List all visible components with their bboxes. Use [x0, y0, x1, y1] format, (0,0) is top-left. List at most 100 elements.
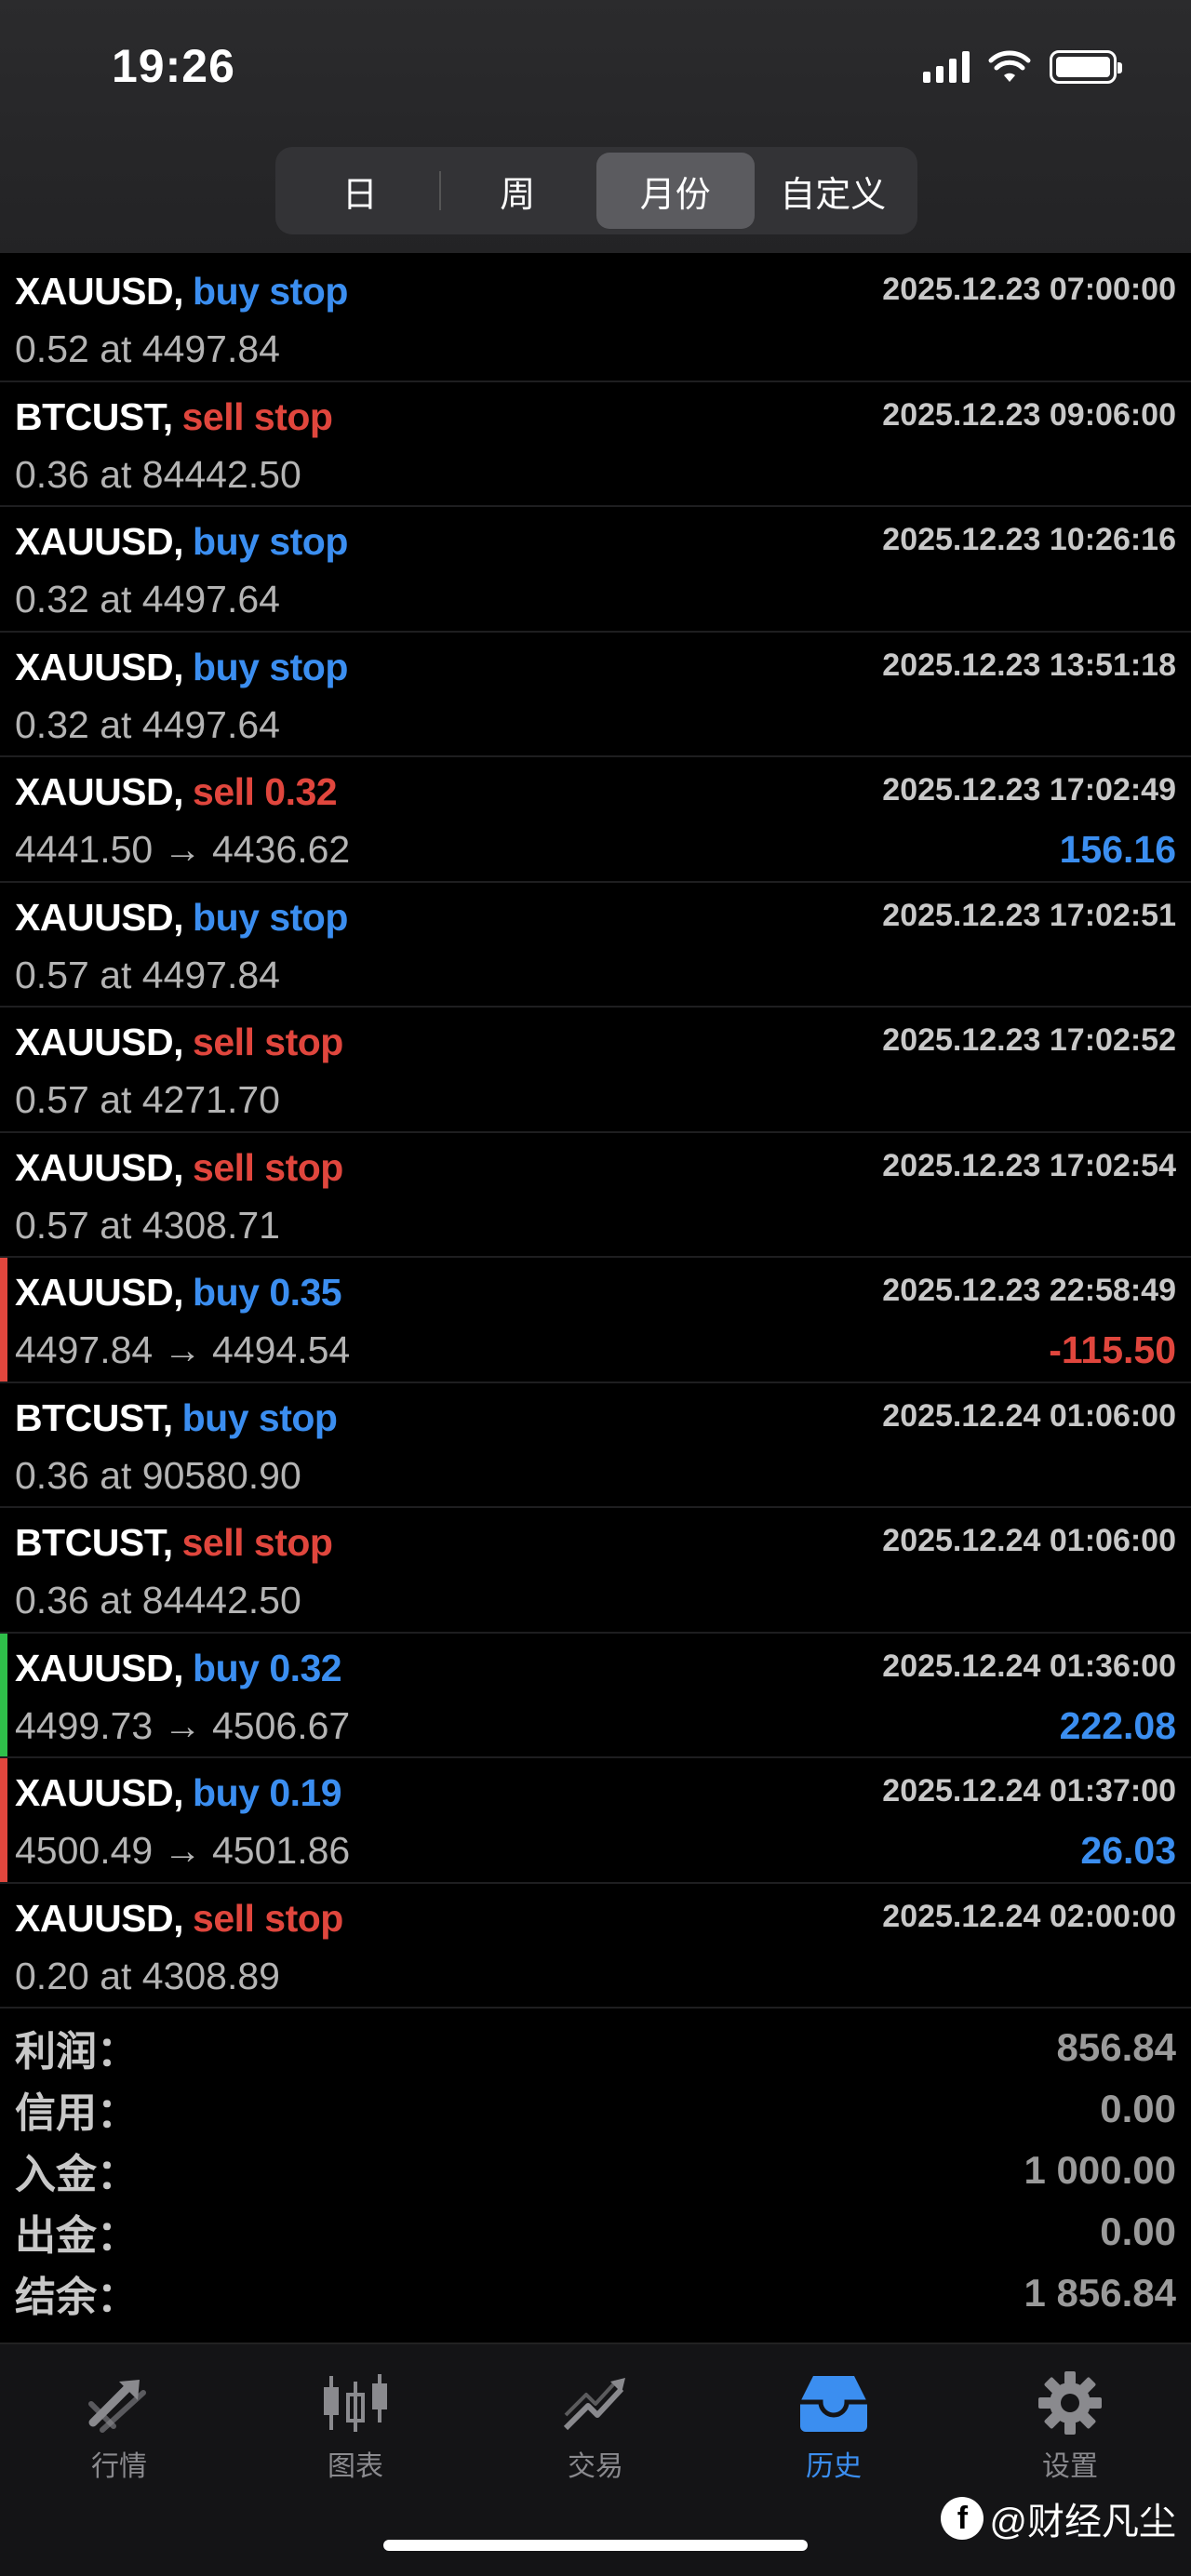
- row-side: sell stop: [193, 1021, 343, 1063]
- header: 19:26 日 周 月份 自定义: [0, 0, 1191, 253]
- row-side: sell stop: [181, 394, 333, 438]
- watermark-text: @财经凡尘: [989, 2502, 1176, 2543]
- tab-quotes[interactable]: 行情: [45, 2370, 194, 2484]
- row-side: sell stop: [193, 1896, 343, 1940]
- row-title: XAUUSD, sell 0.32: [15, 770, 338, 814]
- row-time: 2025.12.23 10:26:16: [882, 522, 1176, 557]
- history-row[interactable]: XAUUSD, buy 0.32 2025.12.24 01:36:00 4499.7…: [0, 1633, 1191, 1758]
- history-row[interactable]: XAUUSD, buy stop 2025.12.23 13:51:18 0.32 a…: [0, 633, 1191, 757]
- row-side: sell 0.32: [193, 770, 338, 813]
- history-icon: [800, 2376, 867, 2432]
- row-side: buy stop: [181, 1395, 338, 1439]
- row-side: buy stop: [193, 270, 348, 313]
- tab-settings[interactable]: 设置: [996, 2370, 1144, 2484]
- history-row[interactable]: XAUUSD, buy stop 2025.12.23 07:00:00 0.52 a…: [0, 257, 1191, 382]
- row-symbol: XAUUSD,: [15, 270, 184, 313]
- tab-label: 交易: [568, 2451, 623, 2482]
- tab-label: 历史: [806, 2451, 862, 2482]
- history-row[interactable]: BTCUST, sell stop 2025.12.23 09:06:00 0.36 …: [0, 382, 1191, 507]
- summary-value: 1 000.00: [1024, 2148, 1177, 2192]
- battery-icon: [1050, 50, 1122, 84]
- row-symbol: XAUUSD,: [15, 520, 184, 563]
- position-marker: [0, 1633, 7, 1756]
- row-time: 2025.12.24 01:06:00: [882, 1523, 1176, 1558]
- summary-label: 出金：: [15, 2213, 138, 2259]
- row-title: BTCUST, sell stop: [15, 1521, 333, 1565]
- history-row[interactable]: BTCUST, buy stop 2025.12.24 01:06:00 0.36 a…: [0, 1383, 1191, 1508]
- watermark: f @财经凡尘: [941, 2491, 1176, 2545]
- history-row[interactable]: XAUUSD, buy 0.19 2025.12.24 01:37:00 4500.4…: [0, 1758, 1191, 1884]
- row-symbol: XAUUSD,: [15, 770, 184, 813]
- row-time: 2025.12.24 01:37:00: [882, 1773, 1176, 1809]
- row-symbol: XAUUSD,: [15, 645, 184, 688]
- trade-icon: [563, 2378, 625, 2431]
- period-segmented-control: 日 周 月份 自定义: [275, 147, 917, 234]
- row-detail: 4500.49 → 4501.86: [15, 1829, 351, 1872]
- row-symbol: XAUUSD,: [15, 1646, 184, 1689]
- tab-label: 行情: [91, 2451, 147, 2482]
- tab-history[interactable]: 历史: [759, 2370, 908, 2484]
- history-row[interactable]: XAUUSD, sell stop 2025.12.23 17:02:54 0.57 …: [0, 1133, 1191, 1258]
- period-tab-custom[interactable]: 自定义: [755, 153, 913, 229]
- status-time: 19:26: [112, 40, 235, 92]
- summary-deposit: 入金： 1 000.00: [0, 2140, 1191, 2201]
- history-row[interactable]: XAUUSD, sell 0.32 2025.12.23 17:02:49 4441.…: [0, 757, 1191, 883]
- row-detail: 0.52 at 4497.84: [15, 327, 280, 370]
- history-row[interactable]: XAUUSD, buy stop 2025.12.23 10:26:16 0.32 a…: [0, 507, 1191, 633]
- row-detail: 4441.50 → 4436.62: [15, 828, 351, 871]
- row-title: XAUUSD, buy stop: [15, 896, 348, 940]
- row-side: buy 0.32: [193, 1646, 342, 1689]
- settings-icon: [1038, 2371, 1102, 2435]
- row-detail: 0.36 at 84442.50: [15, 1579, 301, 1622]
- row-side: sell stop: [193, 1145, 343, 1189]
- row-title: BTCUST, buy stop: [15, 1395, 338, 1440]
- tab-label: 图表: [328, 2451, 383, 2482]
- home-indicator[interactable]: [383, 2540, 808, 2551]
- row-title: BTCUST, sell stop: [15, 394, 333, 439]
- row-profit: 222.08: [1059, 1703, 1176, 1747]
- row-title: XAUUSD, buy stop: [15, 520, 348, 564]
- summary-profit: 利润： 856.84: [0, 2017, 1191, 2078]
- row-symbol: BTCUST,: [15, 394, 173, 438]
- row-title: XAUUSD, buy 0.32: [15, 1646, 342, 1690]
- row-side: sell stop: [181, 1521, 333, 1564]
- history-row[interactable]: XAUUSD, sell stop 2025.12.24 02:00:00 0.20 …: [0, 1884, 1191, 2009]
- row-detail: 4497.84 → 4494.54: [15, 1328, 351, 1371]
- row-side: buy stop: [193, 520, 348, 563]
- row-time: 2025.12.24 02:00:00: [882, 1898, 1176, 1934]
- history-row[interactable]: XAUUSD, sell stop 2025.12.23 17:02:52 0.57 …: [0, 1008, 1191, 1133]
- position-marker: [0, 1258, 7, 1381]
- row-detail: 0.57 at 4497.84: [15, 953, 280, 996]
- summary-label: 信用：: [15, 2090, 138, 2136]
- history-row[interactable]: XAUUSD, buy 0.35 2025.12.23 22:58:49 4497.8…: [0, 1258, 1191, 1383]
- signal-icon: [923, 51, 970, 83]
- tab-trade[interactable]: 交易: [521, 2370, 670, 2484]
- row-symbol: XAUUSD,: [15, 1145, 184, 1189]
- row-time: 2025.12.24 01:06:00: [882, 1397, 1176, 1434]
- history-row[interactable]: BTCUST, sell stop 2025.12.24 01:06:00 0.36 …: [0, 1508, 1191, 1634]
- row-time: 2025.12.23 17:02:51: [882, 897, 1176, 933]
- quotes-icon: [88, 2380, 146, 2433]
- row-time: 2025.12.23 17:02:52: [882, 1022, 1176, 1058]
- row-time: 2025.12.23 22:58:49: [882, 1273, 1176, 1308]
- period-tab-week[interactable]: 周: [438, 153, 597, 229]
- row-time: 2025.12.24 01:36:00: [882, 1648, 1176, 1684]
- row-symbol: XAUUSD,: [15, 895, 184, 939]
- row-title: XAUUSD, buy stop: [15, 270, 348, 314]
- row-detail: 0.32 at 4497.64: [15, 578, 280, 621]
- row-side: buy stop: [193, 645, 348, 688]
- history-row[interactable]: XAUUSD, buy stop 2025.12.23 17:02:51 0.57 a…: [0, 883, 1191, 1008]
- period-tab-day[interactable]: 日: [281, 153, 439, 229]
- row-profit: 156.16: [1059, 828, 1176, 871]
- chart-icon: [324, 2374, 387, 2432]
- row-side: buy 0.35: [193, 1271, 342, 1314]
- tab-chart[interactable]: 图表: [281, 2370, 430, 2484]
- row-detail: 0.36 at 84442.50: [15, 452, 301, 496]
- row-title: XAUUSD, sell stop: [15, 1146, 343, 1190]
- row-time: 2025.12.23 07:00:00: [882, 272, 1176, 307]
- row-title: XAUUSD, buy stop: [15, 646, 348, 689]
- row-title: XAUUSD, sell stop: [15, 1021, 343, 1064]
- period-tab-month[interactable]: 月份: [596, 153, 755, 229]
- position-marker: [0, 1758, 7, 1882]
- row-detail: 0.20 at 4308.89: [15, 1954, 280, 1997]
